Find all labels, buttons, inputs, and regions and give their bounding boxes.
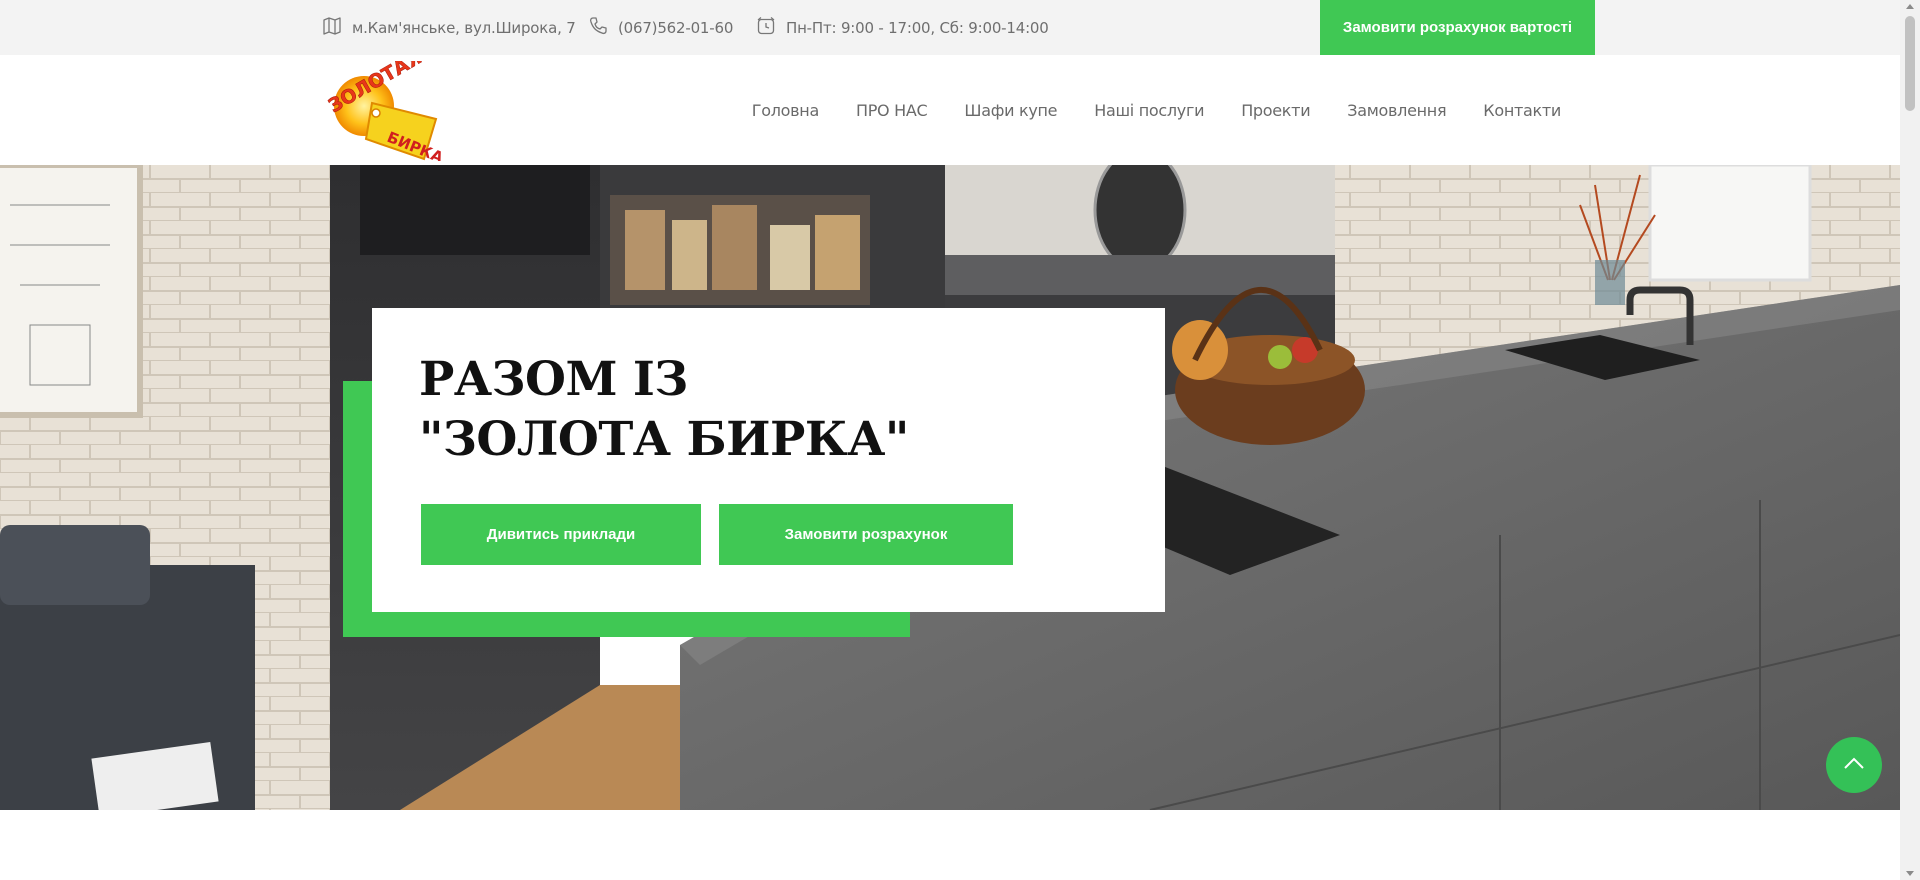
nav-item-home[interactable]: Головна bbox=[752, 101, 819, 120]
hero-title-line1: РАЗОМ ІЗ bbox=[419, 352, 688, 407]
address-info: м.Кам'янське, вул.Широка, 7 bbox=[322, 0, 576, 55]
order-calculation-button[interactable]: Замовити розрахунок bbox=[719, 504, 1013, 565]
hours-text: Пн-Пт: 9:00 - 17:00, Сб: 9:00-14:00 bbox=[786, 18, 1049, 37]
hero-section: РАЗОМ ІЗ "ЗОЛОТА БИРКА" Дивитись приклад… bbox=[0, 165, 1900, 810]
phone-icon bbox=[588, 16, 608, 40]
hero-title-line2: "ЗОЛОТА БИРКА" bbox=[419, 412, 909, 467]
nav-item-projects[interactable]: Проекти bbox=[1241, 101, 1310, 120]
nav-item-services[interactable]: Наші послуги bbox=[1094, 101, 1204, 120]
map-icon bbox=[322, 16, 342, 40]
hero-title: РАЗОМ ІЗ "ЗОЛОТА БИРКА" bbox=[419, 350, 909, 470]
clock-icon bbox=[756, 16, 776, 40]
order-cost-button[interactable]: Замовити розрахунок вартості bbox=[1320, 0, 1595, 55]
view-examples-button[interactable]: Дивитись приклади bbox=[421, 504, 701, 565]
nav-item-about[interactable]: ПРО НАС bbox=[856, 101, 928, 120]
phone-info[interactable]: (067)562-01-60 bbox=[588, 0, 733, 55]
chevron-up-icon bbox=[1843, 756, 1865, 775]
nav-item-wardrobes[interactable]: Шафи купе bbox=[964, 101, 1057, 120]
site-logo[interactable]: БИРКА ЗОЛОТАЯ bbox=[324, 46, 448, 167]
main-nav: Головна ПРО НАС Шафи купе Наші послуги П… bbox=[752, 55, 1562, 165]
hero-card: РАЗОМ ІЗ "ЗОЛОТА БИРКА" Дивитись приклад… bbox=[372, 308, 1165, 612]
hours-info: Пн-Пт: 9:00 - 17:00, Сб: 9:00-14:00 bbox=[756, 0, 1049, 55]
scroll-to-top-button[interactable] bbox=[1826, 737, 1882, 793]
nav-item-contacts[interactable]: Контакти bbox=[1483, 101, 1561, 120]
scroll-down-arrow-icon[interactable] bbox=[1906, 871, 1914, 876]
scroll-up-arrow-icon[interactable] bbox=[1906, 4, 1914, 9]
scrollbar-thumb[interactable] bbox=[1905, 16, 1915, 111]
page-scrollbar[interactable] bbox=[1900, 0, 1920, 880]
phone-text[interactable]: (067)562-01-60 bbox=[618, 19, 733, 37]
site-header: БИРКА ЗОЛОТАЯ Головна ПРО НАС Шафи купе … bbox=[0, 46, 1900, 167]
top-info-bar: м.Кам'янське, вул.Широка, 7 (067)562-01-… bbox=[0, 0, 1900, 55]
address-text: м.Кам'янське, вул.Широка, 7 bbox=[352, 18, 576, 37]
nav-item-order[interactable]: Замовлення bbox=[1347, 101, 1446, 120]
